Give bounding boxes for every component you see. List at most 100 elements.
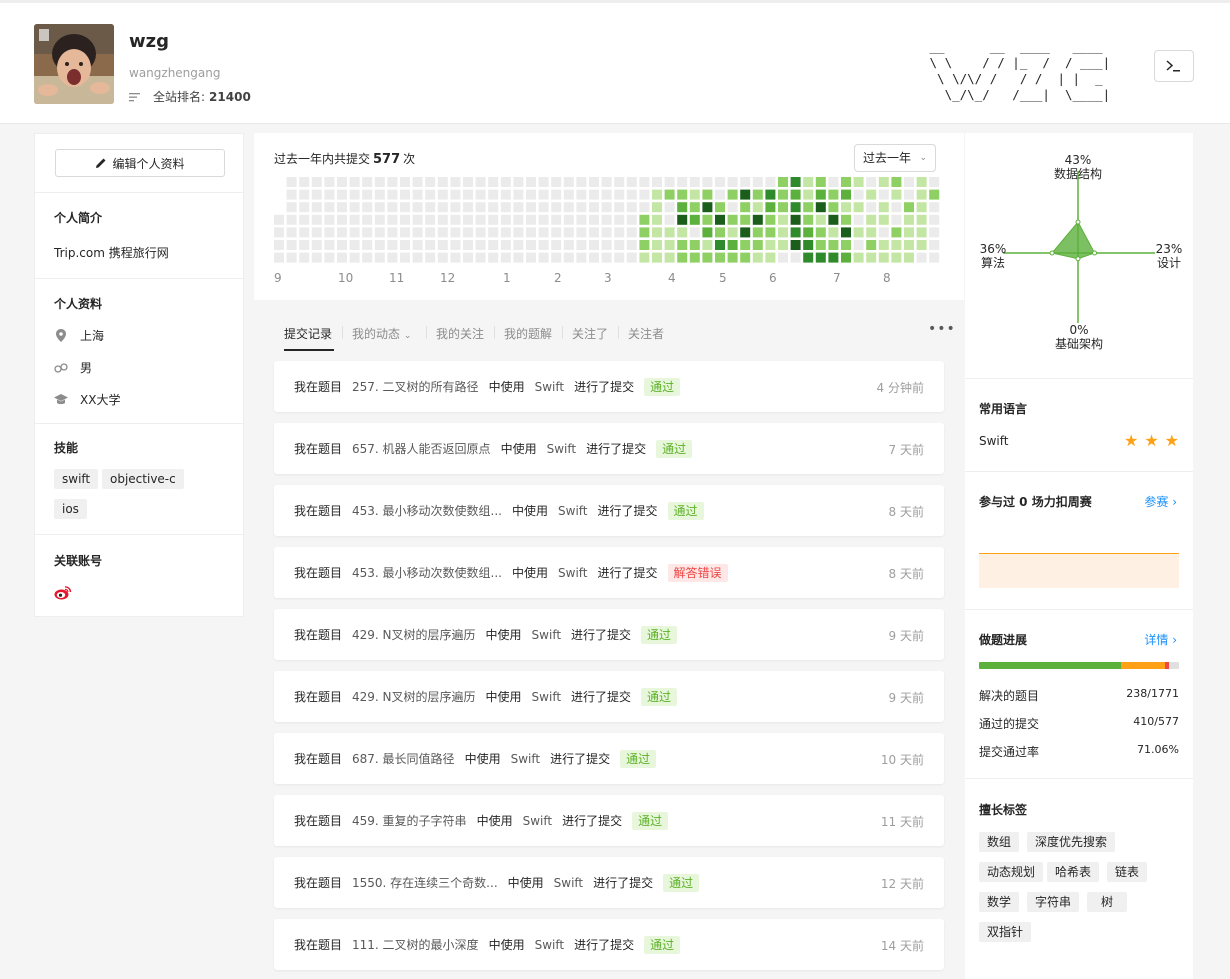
heatmap-cell[interactable] [324,252,335,263]
heatmap-cell[interactable] [891,214,902,225]
heatmap-cell[interactable] [639,227,650,238]
heatmap-cell[interactable] [689,240,700,250]
skill-tag[interactable]: 双指针 [979,922,1032,942]
heatmap-cell[interactable] [463,177,473,187]
heatmap-cell[interactable] [664,202,675,213]
heatmap-cell[interactable] [601,189,612,200]
heatmap-cell[interactable] [488,177,499,187]
heatmap-cell[interactable] [677,240,688,250]
heatmap-cell[interactable] [626,177,637,187]
heatmap-cell[interactable] [337,202,347,213]
heatmap-cell[interactable] [526,252,536,263]
heatmap-cell[interactable] [790,227,801,238]
heatmap-cell[interactable] [374,252,385,263]
heatmap-cell[interactable] [614,252,625,263]
heatmap-cell[interactable] [828,177,839,187]
heatmap-cell[interactable] [324,227,335,238]
heatmap-cell[interactable] [412,202,423,213]
heatmap-cell[interactable] [689,189,700,200]
skill-tag[interactable]: 哈希表 [1047,862,1100,882]
heatmap-cell[interactable] [790,189,801,200]
heatmap-cell[interactable] [362,214,373,225]
heatmap-cell[interactable] [664,189,675,200]
heatmap-cell[interactable] [513,177,524,187]
heatmap-cell[interactable] [652,240,662,250]
heatmap-cell[interactable] [450,177,461,187]
heatmap-cell[interactable] [589,214,599,225]
heatmap-cell[interactable] [601,202,612,213]
heatmap-cell[interactable] [828,240,839,250]
heatmap-cell[interactable] [425,202,436,213]
heatmap-cell[interactable] [513,227,524,238]
heatmap-cell[interactable] [866,214,877,225]
heatmap-cell[interactable] [274,227,284,238]
submission-row[interactable]: 我在题目 111. 二叉树的最小深度 中使用 Swift 进行了提交 通过 14 天前 [274,919,944,970]
heatmap-cell[interactable] [614,227,625,238]
heatmap-cell[interactable] [400,177,410,187]
heatmap-cell[interactable] [589,177,599,187]
heatmap-cell[interactable] [463,202,473,213]
heatmap-cell[interactable] [727,240,738,250]
heatmap-cell[interactable] [601,252,612,263]
skill-tag[interactable]: 数组 [979,832,1020,852]
heatmap-cell[interactable] [866,189,877,200]
heatmap-cell[interactable] [891,240,902,250]
heatmap-cell[interactable] [563,214,574,225]
heatmap-cell[interactable] [488,214,499,225]
heatmap-cell[interactable] [362,240,373,250]
heatmap-cell[interactable] [828,227,839,238]
heatmap-cell[interactable] [790,202,801,213]
heatmap-cell[interactable] [387,189,398,200]
heatmap-cell[interactable] [299,202,310,213]
heatmap-cell[interactable] [727,177,738,187]
heatmap-cell[interactable] [563,227,574,238]
heatmap-cell[interactable] [576,227,587,238]
heatmap-cell[interactable] [299,189,310,200]
skill-tag[interactable]: 数学 [979,892,1020,912]
heatmap-cell[interactable] [576,252,587,263]
heatmap-cell[interactable] [639,214,650,225]
heatmap-cell[interactable] [929,240,940,250]
heatmap-cell[interactable] [374,240,385,250]
heatmap-cell[interactable] [324,240,335,250]
submission-row[interactable]: 我在题目 459. 重复的子字符串 中使用 Swift 进行了提交 通过 11 天前 [274,795,944,846]
heatmap-cell[interactable] [475,227,486,238]
heatmap-cell[interactable] [853,189,864,200]
heatmap-cell[interactable] [475,240,486,250]
heatmap-cell[interactable] [878,177,889,187]
heatmap-cell[interactable] [677,227,688,238]
heatmap-cell[interactable] [815,189,826,200]
heatmap-cell[interactable] [274,240,284,250]
heatmap-cell[interactable] [589,252,599,263]
problem-link[interactable]: 453. 最小移动次数使数组... [352,502,502,519]
edit-profile-button[interactable]: 编辑个人资料 [55,149,225,177]
heatmap-cell[interactable] [765,177,776,187]
heatmap-cell[interactable] [904,227,914,238]
heatmap-cell[interactable] [853,240,864,250]
heatmap-cell[interactable] [664,214,675,225]
heatmap-cell[interactable] [878,252,889,263]
heatmap-cell[interactable] [866,240,877,250]
heatmap-cell[interactable] [425,189,436,200]
problem-link[interactable]: 111. 二叉树的最小深度 [352,936,479,953]
heatmap-cell[interactable] [715,202,725,213]
heatmap-cell[interactable] [626,214,637,225]
heatmap-cell[interactable] [689,252,700,263]
range-select[interactable]: 过去一年 ⌄ [854,144,936,172]
heatmap-cell[interactable] [349,252,360,263]
heatmap-cell[interactable] [601,214,612,225]
heatmap-cell[interactable] [790,240,801,250]
heatmap-cell[interactable] [450,202,461,213]
heatmap-cell[interactable] [652,177,662,187]
submission-row[interactable]: 我在题目 687. 最长同值路径 中使用 Swift 进行了提交 通过 10 天前 [274,733,944,784]
heatmap-cell[interactable] [437,252,448,263]
heatmap-cell[interactable] [274,252,284,263]
heatmap-cell[interactable] [463,252,473,263]
problem-link[interactable]: 453. 最小移动次数使数组... [352,564,502,581]
heatmap-cell[interactable] [563,252,574,263]
heatmap-cell[interactable] [538,189,549,200]
heatmap-cell[interactable] [614,177,625,187]
heatmap-cell[interactable] [349,227,360,238]
problem-link[interactable]: 257. 二叉树的所有路径 [352,378,479,395]
heatmap-cell[interactable] [551,202,562,213]
